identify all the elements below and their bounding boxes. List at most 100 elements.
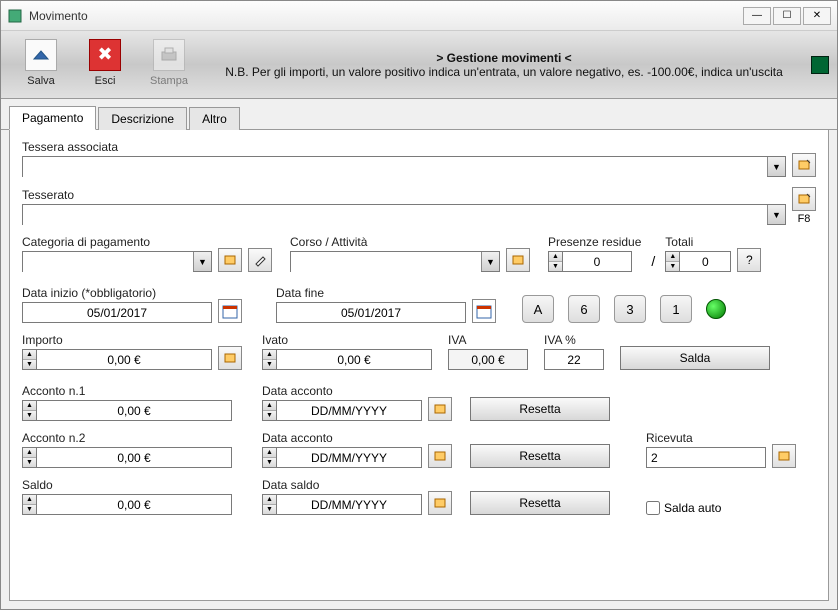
tesserato-input[interactable] — [23, 205, 767, 226]
button-1[interactable]: 1 — [660, 295, 692, 323]
tab-altro[interactable]: Altro — [189, 107, 240, 130]
tesserato-lookup-button[interactable] — [792, 187, 816, 211]
tab-descrizione[interactable]: Descrizione — [98, 107, 187, 130]
resetta2-button[interactable]: Resetta — [470, 444, 610, 468]
label-ivato: Ivato — [262, 333, 432, 347]
saldo-spinner[interactable]: ▲▼ — [22, 494, 232, 515]
tabs: Pagamento Descrizione Altro — [1, 99, 837, 130]
data-acconto2-lookup[interactable] — [428, 444, 452, 468]
ricevuta-lookup-button[interactable] — [772, 444, 796, 468]
ricevuta-input[interactable] — [646, 447, 766, 468]
data-acconto2-spinner[interactable]: ▲▼ — [262, 447, 422, 468]
spin-up-icon[interactable]: ▲ — [549, 252, 562, 262]
data-acconto1-spinner[interactable]: ▲▼ — [262, 400, 422, 421]
presenze-spinner[interactable]: ▲▼ — [548, 251, 641, 272]
status-led-green — [706, 299, 726, 319]
label-data-acconto2: Data acconto — [262, 431, 422, 445]
totali-input[interactable] — [679, 251, 731, 272]
exit-icon: ✖ — [89, 39, 121, 71]
importo-lookup-button[interactable] — [218, 346, 242, 370]
minimize-button[interactable]: — — [743, 7, 771, 25]
button-3[interactable]: 3 — [614, 295, 646, 323]
saldo-input[interactable] — [36, 494, 232, 515]
data-acconto1-input[interactable] — [276, 400, 422, 421]
close-button[interactable]: ✕ — [803, 7, 831, 25]
save-button[interactable]: Salva — [9, 35, 73, 95]
help-button[interactable]: ? — [737, 248, 761, 272]
spin-down-icon[interactable]: ▼ — [666, 262, 679, 271]
app-icon — [7, 8, 23, 24]
label-saldo: Saldo — [22, 478, 232, 492]
importo-input[interactable] — [36, 349, 212, 370]
window-title: Movimento — [29, 9, 743, 23]
label-data-acconto1: Data acconto — [262, 384, 422, 398]
acconto1-input[interactable] — [36, 400, 232, 421]
categoria-edit-button[interactable] — [248, 248, 272, 272]
data-inizio-input[interactable] — [22, 302, 212, 323]
ivato-input[interactable] — [276, 349, 432, 370]
tessera-input[interactable] — [23, 157, 767, 178]
button-a[interactable]: A — [522, 295, 554, 323]
importo-spinner[interactable]: ▲▼ — [22, 349, 212, 370]
categoria-input[interactable] — [23, 252, 193, 273]
print-button: Stampa — [137, 35, 201, 95]
corso-input[interactable] — [291, 252, 481, 273]
iva-pct-input[interactable] — [544, 349, 604, 370]
exit-button[interactable]: ✖ Esci — [73, 35, 137, 95]
acconto2-input[interactable] — [36, 447, 232, 468]
label-data-saldo: Data saldo — [262, 478, 422, 492]
resetta3-button[interactable]: Resetta — [470, 491, 610, 515]
status-light — [811, 56, 829, 74]
acconto2-spinner[interactable]: ▲▼ — [22, 447, 232, 468]
label-corso: Corso / Attività — [290, 235, 500, 249]
label-acconto2: Acconto n.2 — [22, 431, 232, 445]
salda-auto-input[interactable] — [646, 501, 660, 515]
toolbar: Salva ✖ Esci Stampa > Gestione movimenti… — [1, 31, 837, 99]
tab-pagamento[interactable]: Pagamento — [9, 106, 96, 130]
chevron-down-icon[interactable]: ▼ — [767, 157, 785, 176]
label-data-fine: Data fine — [276, 286, 466, 300]
spin-up-icon[interactable]: ▲ — [666, 252, 679, 262]
label-data-inizio: Data inizio (*obbligatorio) — [22, 286, 212, 300]
calendar-button-fine[interactable] — [472, 299, 496, 323]
acconto1-spinner[interactable]: ▲▼ — [22, 400, 232, 421]
label-iva: IVA — [448, 333, 528, 347]
spin-down-icon[interactable]: ▼ — [549, 262, 562, 271]
chevron-down-icon[interactable]: ▼ — [481, 252, 499, 271]
label-acconto1: Acconto n.1 — [22, 384, 232, 398]
salda-auto-checkbox[interactable]: Salda auto — [646, 501, 721, 515]
label-totali: Totali — [665, 235, 731, 249]
corso-combo[interactable]: ▼ — [290, 251, 500, 272]
label-categoria: Categoria di pagamento — [22, 235, 212, 249]
resetta1-button[interactable]: Resetta — [470, 397, 610, 421]
print-icon — [153, 39, 185, 71]
tesserato-combo[interactable]: ▼ — [22, 204, 786, 225]
data-saldo-input[interactable] — [276, 494, 422, 515]
data-saldo-lookup[interactable] — [428, 491, 452, 515]
data-saldo-spinner[interactable]: ▲▼ — [262, 494, 422, 515]
salda-button[interactable]: Salda — [620, 346, 770, 370]
data-fine-input[interactable] — [276, 302, 466, 323]
data-acconto1-lookup[interactable] — [428, 397, 452, 421]
tessera-combo[interactable]: ▼ — [22, 156, 786, 177]
categoria-lookup-button[interactable] — [218, 248, 242, 272]
categoria-combo[interactable]: ▼ — [22, 251, 212, 272]
calendar-icon — [476, 303, 492, 319]
data-acconto2-input[interactable] — [276, 447, 422, 468]
button-6[interactable]: 6 — [568, 295, 600, 323]
calendar-button-inizio[interactable] — [218, 299, 242, 323]
chevron-down-icon[interactable]: ▼ — [767, 205, 785, 224]
label-iva-pct: IVA % — [544, 333, 604, 347]
save-icon — [25, 39, 57, 71]
label-importo: Importo — [22, 333, 212, 347]
label-tesserato: Tesserato — [22, 188, 786, 202]
label-tessera: Tessera associata — [22, 140, 786, 154]
chevron-down-icon[interactable]: ▼ — [193, 252, 211, 271]
corso-lookup-button[interactable] — [506, 248, 530, 272]
ivato-spinner[interactable]: ▲▼ — [262, 349, 432, 370]
maximize-button[interactable]: ☐ — [773, 7, 801, 25]
totali-spinner[interactable]: ▲▼ — [665, 251, 731, 272]
presenze-input[interactable] — [562, 251, 632, 272]
titlebar: Movimento — ☐ ✕ — [1, 1, 837, 31]
tessera-lookup-button[interactable] — [792, 153, 816, 177]
